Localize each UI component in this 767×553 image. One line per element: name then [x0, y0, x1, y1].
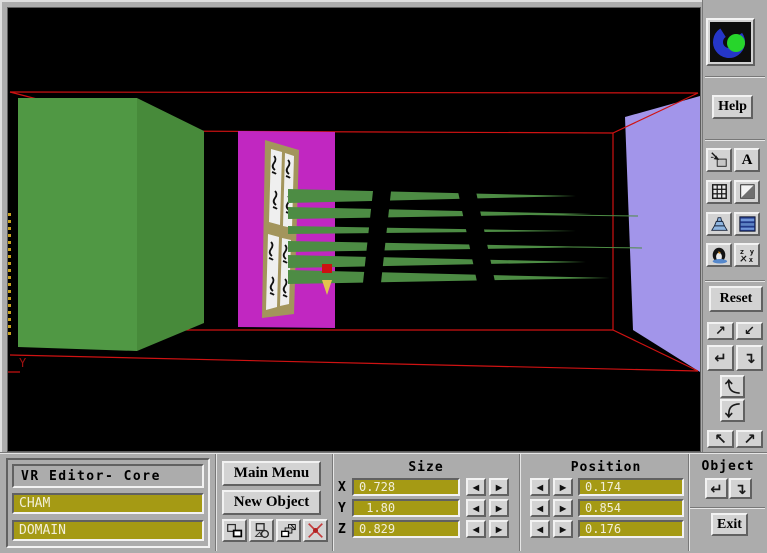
size-z-decrement-button[interactable]: ◀	[466, 520, 486, 538]
shading-icon	[737, 183, 757, 201]
position-z-increment-button[interactable]: ▶	[553, 520, 573, 538]
size-axis-y: Y	[338, 501, 346, 516]
panel-divider	[690, 507, 765, 509]
size-z-field[interactable]: 0.829	[352, 520, 460, 538]
arrange-button[interactable]	[222, 519, 247, 542]
position-z-decrement-button[interactable]: ◀	[530, 520, 550, 538]
domain-field[interactable]: DOMAIN	[12, 520, 204, 541]
panel-divider	[688, 454, 690, 551]
cascade-button[interactable]	[276, 519, 301, 542]
layers-cake-icon	[709, 215, 729, 233]
toolbar-divider	[705, 280, 765, 282]
position-x-increment-button[interactable]: ▶	[553, 478, 573, 496]
rotate-right-button[interactable]: ↴	[736, 345, 763, 371]
position-y-decrement-button[interactable]: ◀	[530, 499, 550, 517]
axes-icon: z y x	[737, 246, 757, 264]
grid-tool-button[interactable]	[706, 180, 732, 204]
position-y-field[interactable]: 0.854	[578, 499, 684, 517]
panel-divider	[215, 454, 217, 551]
panel-divider	[519, 454, 521, 551]
shapes-icon	[252, 522, 271, 539]
delete-button[interactable]	[303, 519, 328, 542]
help-button[interactable]: Help	[712, 95, 753, 119]
object-header: Object	[692, 459, 764, 474]
main-menu-button[interactable]: Main Menu	[222, 461, 321, 486]
shading-tool-button[interactable]	[734, 180, 760, 204]
position-header: Position	[524, 460, 688, 475]
size-y-increment-button[interactable]: ▶	[489, 499, 509, 517]
size-x-increment-button[interactable]: ▶	[489, 478, 509, 496]
right-toolbar: Help A	[702, 0, 767, 452]
size-y-field[interactable]: 1.80	[352, 499, 460, 517]
size-header: Size	[336, 460, 516, 475]
green-box-front[interactable]	[18, 98, 137, 351]
grid-icon	[709, 183, 729, 201]
text-tool-icon: A	[742, 152, 753, 169]
panel-divider	[0, 452, 767, 454]
arrange-icon	[225, 522, 244, 539]
pick-object-icon	[709, 151, 729, 169]
viewport[interactable]: Y	[7, 7, 701, 452]
toolbar-divider	[705, 139, 765, 141]
shapes-button[interactable]	[249, 519, 274, 542]
size-x-field[interactable]: 0.728	[352, 478, 460, 496]
nudge-ne-button[interactable]: ↗	[707, 322, 734, 340]
name-field[interactable]: CHAM	[12, 493, 204, 514]
move-ne-button[interactable]: ↗	[736, 430, 763, 448]
axes-tool-button[interactable]: z y x	[734, 243, 760, 267]
turn-up-button[interactable]: ⤴	[720, 375, 745, 398]
layers-cake-button[interactable]	[706, 212, 732, 236]
position-y-increment-button[interactable]: ▶	[553, 499, 573, 517]
text-tool-button[interactable]: A	[734, 148, 760, 172]
size-y-decrement-button[interactable]: ◀	[466, 499, 486, 517]
layer-stripes-icon	[737, 215, 757, 233]
position-z-field[interactable]: 0.176	[578, 520, 684, 538]
svg-text:x: x	[749, 255, 754, 264]
reset-button[interactable]: Reset	[709, 286, 763, 312]
green-box-side[interactable]	[137, 98, 204, 351]
toolbar-divider	[705, 76, 765, 78]
y-axis-label: Y	[19, 356, 27, 370]
object-rotate-left-button[interactable]: ↵	[705, 478, 728, 499]
scene-preview-icon	[709, 246, 729, 264]
move-nw-button[interactable]: ↖	[707, 430, 734, 448]
new-object-button[interactable]: New Object	[222, 490, 321, 515]
hook-down-icon: ⤵	[725, 400, 740, 421]
left-edge-ticks	[8, 213, 11, 338]
size-axis-x: X	[338, 480, 346, 495]
app-logo-button[interactable]	[706, 18, 755, 66]
rotate-left-button[interactable]: ↵	[707, 345, 734, 371]
turn-down-button[interactable]: ⤵	[720, 399, 745, 422]
scene-canvas: Y	[8, 8, 700, 451]
svg-text:z: z	[740, 247, 744, 256]
editor-info-panel: VR Editor- Core CHAM DOMAIN	[6, 458, 210, 548]
pick-object-button[interactable]	[706, 148, 732, 172]
size-z-increment-button[interactable]: ▶	[489, 520, 509, 538]
position-x-decrement-button[interactable]: ◀	[530, 478, 550, 496]
object-rotate-right-button[interactable]: ↴	[729, 478, 752, 499]
editor-title: VR Editor- Core	[12, 464, 204, 488]
panel-divider	[332, 454, 334, 551]
exit-button[interactable]: Exit	[711, 513, 748, 536]
size-axis-z: Z	[338, 522, 346, 537]
scene-preview-button[interactable]	[706, 243, 732, 267]
lavender-wall[interactable]	[625, 96, 700, 372]
bottom-panel: VR Editor- Core CHAM DOMAIN Main Menu Ne…	[0, 452, 767, 553]
size-x-decrement-button[interactable]: ◀	[466, 478, 486, 496]
app-logo-icon	[710, 22, 751, 62]
nudge-sw-button[interactable]: ↙	[736, 322, 763, 340]
layer-stripes-button[interactable]	[734, 212, 760, 236]
delete-icon	[306, 522, 325, 539]
cascade-icon	[279, 522, 298, 539]
position-x-field[interactable]: 0.174	[578, 478, 684, 496]
hook-up-icon: ⤴	[725, 376, 740, 397]
